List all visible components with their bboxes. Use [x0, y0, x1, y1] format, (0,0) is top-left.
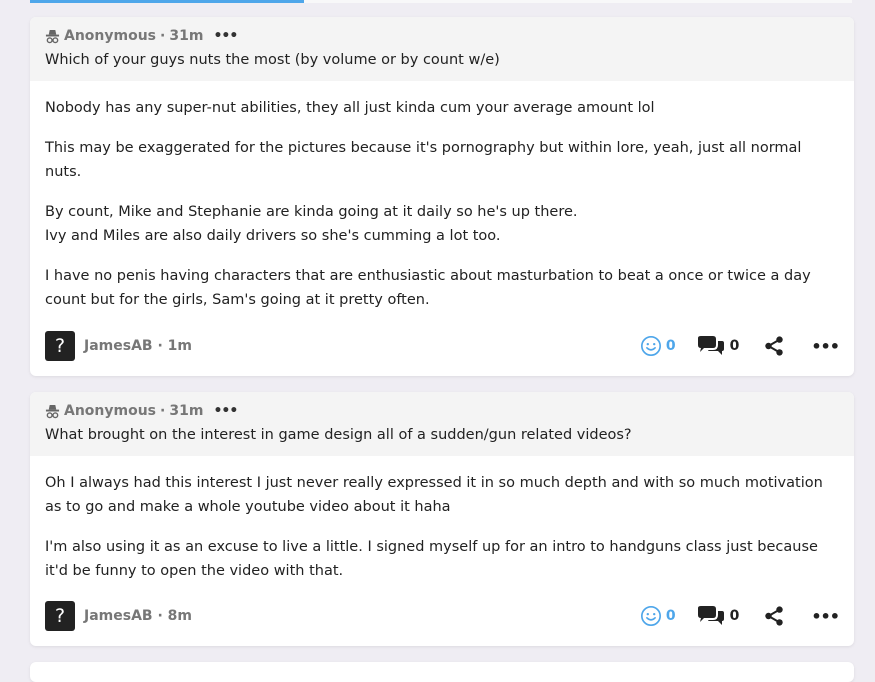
answer-footer: ? JamesAB · 8m 0 0 ••• — [45, 600, 840, 632]
share-button[interactable] — [763, 605, 785, 627]
question-header: Anonymous · 31m ••• Which of your guys n… — [30, 17, 854, 81]
comments-icon — [697, 336, 724, 355]
answer-meta: JamesAB · 1m — [84, 338, 192, 354]
action-bar: 0 0 ••• — [620, 605, 840, 627]
incognito-icon — [45, 29, 60, 43]
avatar[interactable]: ? — [45, 331, 75, 361]
smiley-icon — [640, 336, 661, 356]
meta-separator: · — [157, 338, 163, 354]
answer-footer: ? JamesAB · 1m 0 0 ••• — [45, 330, 840, 362]
comments-icon — [697, 606, 724, 625]
answer-time: 8m — [167, 608, 192, 624]
question-options-button[interactable]: ••• — [213, 28, 238, 44]
meta-separator: · — [160, 403, 166, 419]
answer-paragraph: I have no penis having characters that a… — [45, 268, 811, 308]
ellipsis-icon[interactable]: ••• — [811, 607, 840, 626]
question-options-button[interactable]: ••• — [213, 403, 238, 419]
answer-author[interactable]: JamesAB — [84, 608, 153, 624]
share-icon — [765, 606, 784, 626]
reaction-count: 0 — [665, 338, 676, 354]
answer-paragraph: Oh I always had this interest I just nev… — [45, 475, 823, 515]
post-card-partial — [30, 662, 854, 682]
meta-separator: · — [157, 608, 163, 624]
answer-paragraph: By count, Mike and Stephanie are kinda g… — [45, 204, 578, 244]
smiley-icon — [640, 606, 661, 626]
share-button[interactable] — [763, 335, 785, 357]
meta-separator: · — [160, 28, 166, 44]
answer-paragraph: Nobody has any super-nut abilities, they… — [45, 100, 655, 116]
answer-paragraph: I'm also using it as an excuse to live a… — [45, 539, 818, 579]
share-icon — [765, 336, 784, 356]
answer-time: 1m — [167, 338, 192, 354]
reaction-button[interactable]: 0 — [640, 335, 676, 357]
question-author[interactable]: Anonymous — [64, 28, 156, 44]
question-text: Which of your guys nuts the most (by vol… — [45, 52, 500, 68]
answer-paragraph: This may be exaggerated for the pictures… — [45, 140, 802, 180]
tab-indicator — [30, 0, 304, 3]
question-meta: Anonymous · 31m ••• — [45, 401, 839, 421]
reaction-button[interactable]: 0 — [640, 605, 676, 627]
action-bar: 0 0 ••• — [620, 335, 840, 357]
answer-author[interactable]: JamesAB — [84, 338, 153, 354]
answer-body: Nobody has any super-nut abilities, they… — [30, 81, 854, 312]
avatar[interactable]: ? — [45, 601, 75, 631]
question-meta: Anonymous · 31m ••• — [45, 26, 839, 46]
question-text: What brought on the interest in game des… — [45, 427, 632, 443]
question-header: Anonymous · 31m ••• What brought on the … — [30, 392, 854, 456]
question-time: 31m — [169, 403, 204, 419]
answer-body: Oh I always had this interest I just nev… — [30, 456, 854, 583]
comment-button[interactable]: 0 — [696, 335, 740, 357]
incognito-icon — [45, 404, 60, 418]
comment-count: 0 — [729, 338, 740, 354]
comment-button[interactable]: 0 — [696, 605, 740, 627]
question-author[interactable]: Anonymous — [64, 403, 156, 419]
comment-count: 0 — [729, 608, 740, 624]
post-card: Anonymous · 31m ••• Which of your guys n… — [30, 17, 854, 376]
top-progress-strip — [30, 0, 852, 3]
post-card: Anonymous · 31m ••• What brought on the … — [30, 392, 854, 646]
question-time: 31m — [169, 28, 204, 44]
ellipsis-icon[interactable]: ••• — [811, 337, 840, 356]
answer-meta: JamesAB · 8m — [84, 608, 192, 624]
reaction-count: 0 — [665, 608, 676, 624]
